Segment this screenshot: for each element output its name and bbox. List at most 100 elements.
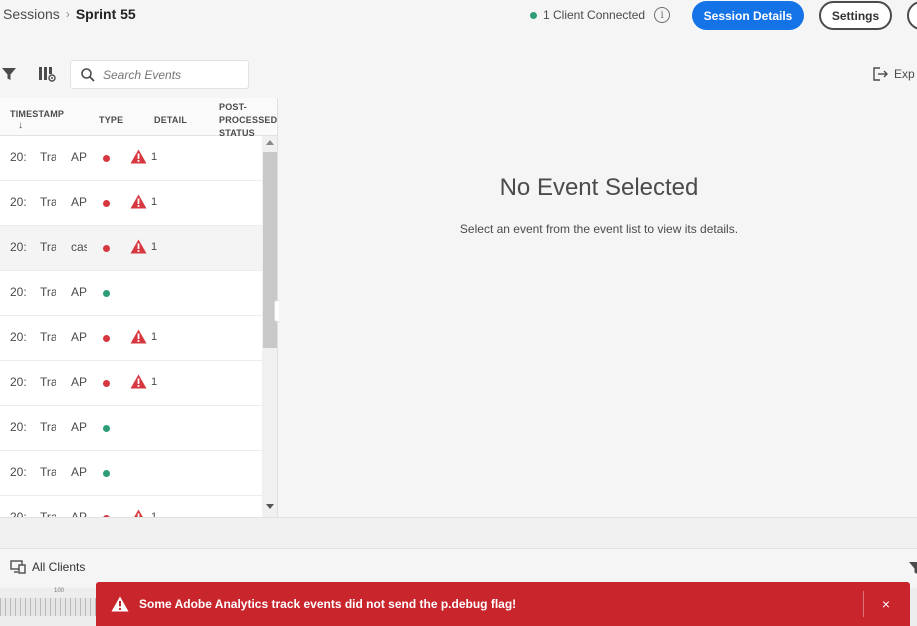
row-detail: AP [71,195,87,209]
warning-icon [111,596,129,612]
warning-icon [130,149,147,164]
status-ok-icon [103,425,110,432]
column-header-post-processed-status[interactable]: POST- PROCESSED STATUS [219,101,277,136]
row-detail: cas [71,240,87,254]
warning-icon [130,194,147,209]
row-detail: AP [71,330,87,344]
row-type: Tra [40,150,56,164]
warning-icon [130,239,147,254]
row-detail: AP [71,420,87,434]
session-details-button[interactable]: Session Details [692,1,804,30]
row-type: Tra [40,285,56,299]
table-row[interactable]: 20: Tra AP 1 [0,136,262,181]
column-timestamp-label: TIMESTAMP [10,109,65,119]
row-timestamp: 20: [10,330,26,344]
warning-icon [130,374,147,389]
row-timestamp: 20: [10,150,26,164]
row-type: Tra [40,195,56,209]
warning-count: 1 [151,331,158,343]
table-row[interactable]: 20: Tra AP 1 [0,361,262,406]
row-detail: AP [71,285,87,299]
row-timestamp: 20: [10,465,26,479]
row-type: Tra [40,420,56,434]
no-event-title: No Event Selected [499,174,699,201]
column-header-detail[interactable]: DETAIL [154,115,187,125]
search-input[interactable] [103,67,243,82]
overflow-button[interactable] [907,1,917,30]
connection-status: 1 Client Connected i [530,7,671,23]
filter-icon[interactable] [2,67,16,81]
row-timestamp: 20: [10,420,26,434]
breadcrumb: Sessions › Sprint 55 [3,6,136,22]
top-bar: Sessions › Sprint 55 1 Client Connected … [0,0,917,44]
clients-filter-icon[interactable] [909,561,917,575]
status-ok-icon [103,290,110,297]
table-row[interactable]: 20: Tra AP [0,406,262,451]
sort-descending-icon: ↓ [18,120,24,131]
clients-bar: All Clients [0,548,917,586]
column-pp-line2: PROCESSED [219,115,278,125]
connected-indicator-icon [530,11,537,19]
row-type: Tra [40,465,56,479]
table-row[interactable]: 20: Tra AP 1 [0,181,262,226]
all-clients-selector[interactable]: All Clients [10,560,85,574]
search-box [70,60,249,89]
row-timestamp: 20: [10,285,26,299]
event-detail-panel: No Event Selected Select an event from t… [279,104,917,518]
column-header-type[interactable]: TYPE [99,115,123,125]
all-clients-label: All Clients [32,560,86,574]
status-error-icon [103,200,110,207]
row-timestamp: 20: [10,375,26,389]
breadcrumb-separator: › [65,7,70,21]
app-window: Sessions › Sprint 55 1 Client Connected … [0,0,917,626]
breadcrumb-current: Sprint 55 [75,6,136,22]
scroll-up-icon[interactable] [266,140,274,145]
scroll-down-icon[interactable] [266,504,274,509]
row-detail: AP [71,375,87,389]
warning-count: 1 [151,376,158,388]
column-pp-line1: POST- [219,102,248,112]
warning-count: 1 [151,151,158,163]
row-timestamp: 20: [10,195,26,209]
error-toast: Some Adobe Analytics track events did no… [96,582,910,626]
toast-close-button[interactable]: × [876,594,896,614]
table-row[interactable]: 20: Tra cas 1 [0,226,262,271]
toast-separator [863,591,864,617]
columns-settings-icon[interactable] [38,66,56,82]
breadcrumb-sessions-link[interactable]: Sessions [3,6,60,22]
table-header: TIMESTAMP ↓ TYPE DETAIL POST- PROCESSED … [0,98,277,136]
event-toolbar: Exp [0,56,917,92]
export-label: Exp [894,67,915,81]
export-icon [873,67,888,81]
row-type: Tra [40,240,56,254]
warning-icon [130,329,147,344]
row-timestamp: 20: [10,240,26,254]
warning-count: 1 [151,196,158,208]
table-row[interactable]: 20: Tra AP 1 [0,496,262,518]
column-header-timestamp[interactable]: TIMESTAMP ↓ [10,109,64,131]
settings-button[interactable]: Settings [819,1,892,30]
no-event-subtitle: Select an event from the event list to v… [459,222,739,236]
export-button[interactable]: Exp [873,67,915,81]
event-list-panel: TIMESTAMP ↓ TYPE DETAIL POST- PROCESSED … [0,98,278,518]
row-type: Tra [40,330,56,344]
column-pp-line3: STATUS [219,128,255,136]
lower-band [0,518,917,548]
timeline-tick-label: 100 [54,588,65,594]
timeline-ticks [0,598,110,616]
status-error-icon [103,380,110,387]
search-icon [81,67,95,82]
status-error-icon [103,245,110,252]
status-error-icon [103,335,110,342]
status-error-icon [103,155,110,162]
info-icon[interactable]: i [654,7,671,23]
status-ok-icon [103,470,110,477]
row-type: Tra [40,375,56,389]
event-rows: 20:TraAP120:TraAP120:Tracas120:TraAP20:T… [0,136,262,518]
table-row[interactable]: 20: Tra AP [0,271,262,316]
connection-status-text: 1 Client Connected [543,8,646,22]
warning-count: 1 [151,241,158,253]
row-detail: AP [71,465,87,479]
table-row[interactable]: 20: Tra AP 1 [0,316,262,361]
table-row[interactable]: 20: Tra AP [0,451,262,496]
